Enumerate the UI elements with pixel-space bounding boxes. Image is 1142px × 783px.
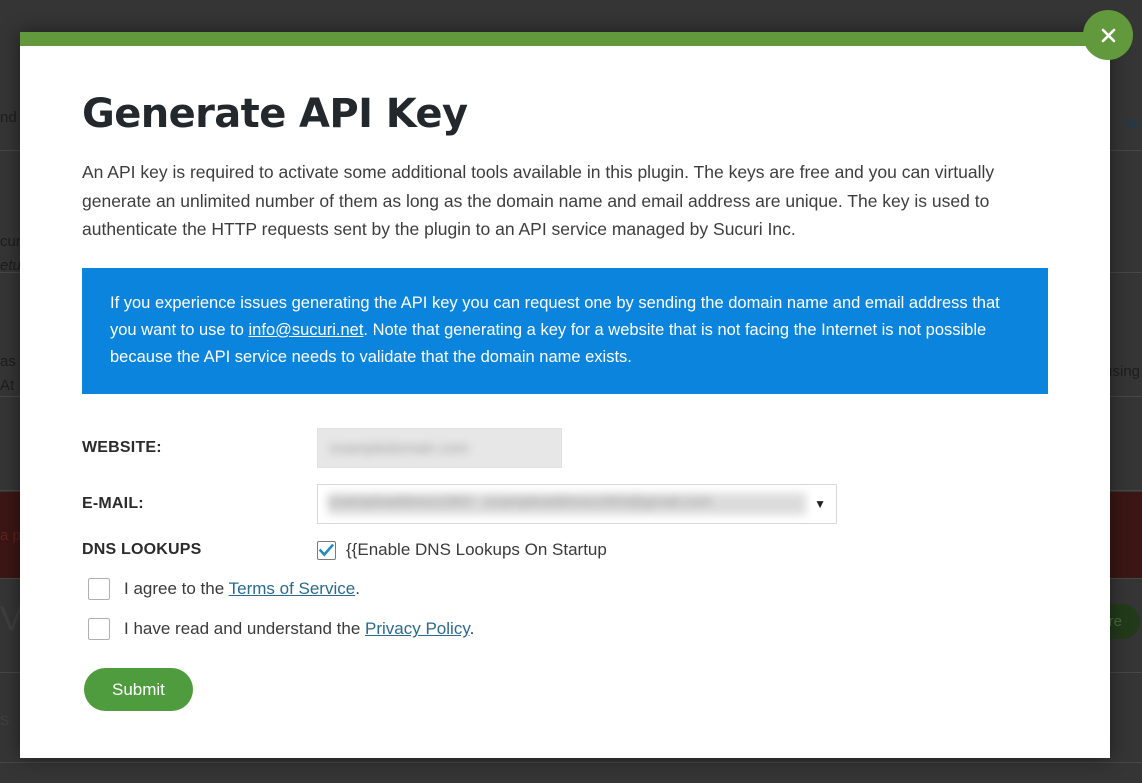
background-alert-text: a p	[0, 527, 21, 544]
terms-of-service-row[interactable]: I agree to the Terms of Service.	[88, 578, 1048, 601]
dns-lookups-checkbox-label: {{Enable DNS Lookups On Startup	[346, 540, 607, 560]
dns-lookups-field[interactable]: {{Enable DNS Lookups On Startup	[317, 540, 607, 560]
background-text-fragment: as	[0, 353, 16, 370]
chevron-down-icon: ▼	[814, 497, 826, 512]
privacy-policy-row[interactable]: I have read and understand the Privacy P…	[88, 618, 1048, 641]
privacy-prefix: I have read and understand the	[124, 619, 366, 639]
generate-api-key-modal: Generate API Key An API key is required …	[20, 10, 1133, 758]
email-row: E-MAIL: exampleaddress1963 - exampleaddr…	[82, 484, 1048, 525]
dns-lookups-row: DNS LOOKUPS {{Enable DNS Lookups On Star…	[82, 540, 1048, 560]
privacy-policy-link[interactable]: Privacy Policy	[365, 619, 470, 638]
info-notice: If you experience issues generating the …	[82, 268, 1048, 395]
submit-button[interactable]: Submit	[84, 668, 193, 712]
terms-prefix: I agree to the	[124, 579, 229, 599]
email-select[interactable]: exampleaddress1963 - exampleaddress1963@…	[317, 484, 837, 525]
support-email-link[interactable]: info@sucuri.net	[249, 321, 364, 339]
page-title: Generate API Key	[82, 91, 468, 137]
website-row: WEBSITE: exampledomain.com	[82, 428, 1048, 469]
close-icon-button[interactable]	[1083, 10, 1133, 60]
background-footer-text: S	[0, 712, 10, 728]
privacy-policy-checkbox[interactable]	[88, 618, 110, 641]
terms-of-service-checkbox[interactable]	[88, 578, 110, 601]
terms-of-service-text: I agree to the Terms of Service.	[124, 579, 360, 599]
terms-suffix: .	[355, 579, 360, 599]
dns-lookups-checkbox[interactable]	[317, 540, 336, 560]
modal-body: Generate API Key An API key is required …	[20, 46, 1110, 712]
terms-of-service-link[interactable]: Terms of Service	[229, 579, 356, 598]
email-label: E-MAIL:	[82, 495, 144, 513]
dns-lookups-label: DNS LOOKUPS	[82, 541, 202, 559]
background-link-fragment[interactable]: w.	[1126, 112, 1140, 132]
website-input[interactable]: exampledomain.com	[317, 428, 562, 469]
privacy-suffix: .	[469, 619, 475, 639]
privacy-policy-text: I have read and understand the Privacy P…	[124, 619, 474, 639]
background-text-fragment: At	[0, 377, 15, 394]
email-value: exampleaddress1963 - exampleaddress1963@…	[328, 493, 807, 516]
close-icon	[1101, 28, 1115, 42]
website-label: WEBSITE:	[82, 439, 162, 457]
modal-accent-bar	[20, 32, 1110, 46]
background-text-fragment: etu	[0, 257, 21, 274]
background-divider	[0, 762, 1142, 763]
modal-description: An API key is required to activate some …	[82, 162, 995, 240]
website-value: exampledomain.com	[330, 439, 469, 457]
check-icon	[319, 543, 334, 557]
background-text-fragment: nd	[0, 109, 17, 126]
background-text-fragment: cur	[0, 233, 21, 250]
